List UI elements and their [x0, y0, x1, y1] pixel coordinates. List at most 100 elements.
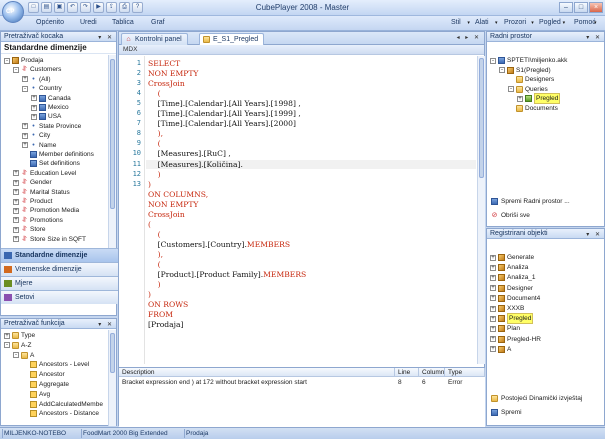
workspace-tree-row[interactable]: + Pregled — [517, 93, 561, 105]
collapse-icon[interactable]: - — [4, 342, 10, 349]
expand-icon[interactable]: + — [22, 132, 28, 139]
menu-0[interactable]: Općenito — [36, 19, 64, 26]
expand-icon[interactable]: + — [490, 274, 496, 281]
expand-icon[interactable]: + — [13, 207, 19, 214]
collapse-icon[interactable]: - — [508, 86, 514, 93]
cube-tree-row[interactable]: + ⥯ Store — [13, 225, 46, 234]
collapse-icon[interactable]: - — [490, 57, 496, 64]
tab-0[interactable]: ⌂ Kontrolni panel — [121, 33, 188, 45]
error-column-header[interactable]: Description — [119, 368, 395, 377]
action-button-0[interactable]: Postojeći Dinamički izvještaj — [491, 395, 582, 402]
expand-icon[interactable]: + — [13, 217, 19, 224]
expand-icon[interactable]: + — [490, 285, 496, 292]
collapse-icon[interactable]: - — [13, 352, 19, 359]
expand-icon[interactable]: + — [490, 264, 496, 271]
function-tree-row[interactable]: - A-Z — [4, 341, 31, 350]
function-tree-row[interactable]: Aggregate — [22, 380, 69, 389]
expand-icon[interactable]: + — [22, 123, 28, 130]
cube-tree-row[interactable]: + • Name — [22, 141, 56, 150]
menu-right-2[interactable]: Prozori — [504, 19, 526, 26]
export-icon[interactable]: ⇪ — [106, 2, 117, 13]
close-button[interactable]: × — [589, 2, 603, 13]
nav-button-0[interactable]: Standardne dimenzije — [1, 248, 118, 262]
expand-icon[interactable]: + — [31, 104, 37, 111]
cube-tree-scrollbar[interactable] — [108, 55, 116, 260]
registered-object-row[interactable]: + Pregled — [490, 313, 534, 325]
cube-tree-row[interactable]: + ⥯ Promotion Media — [13, 206, 79, 215]
application-button[interactable]: CP — [2, 1, 24, 23]
cube-tree-row[interactable]: + • State Province — [22, 122, 81, 131]
error-column-header[interactable]: Line — [395, 368, 419, 377]
expand-icon[interactable]: + — [4, 332, 10, 339]
registered-object-row[interactable]: + Designer — [490, 284, 533, 293]
action-button-0[interactable]: Spremi Radni prostor ... — [491, 198, 570, 205]
registered-object-row[interactable]: + Generate — [490, 253, 534, 262]
collapse-icon[interactable]: - — [499, 67, 505, 74]
registered-object-row[interactable]: + Document4 — [490, 294, 540, 303]
workspace-tree-row[interactable]: Designers — [508, 75, 554, 84]
error-cell[interactable]: Bracket expression end ) at 172 without … — [119, 378, 307, 387]
menu-right-1[interactable]: Alati — [475, 19, 489, 26]
cube-tree-row[interactable]: - • Country — [22, 84, 62, 93]
editor-scrollbar[interactable] — [477, 56, 485, 364]
registered-object-row[interactable]: + A — [490, 345, 511, 354]
collapse-icon[interactable]: - — [13, 66, 19, 73]
collapse-icon[interactable]: - — [22, 85, 28, 92]
print-icon[interactable]: ⎙ — [119, 2, 130, 13]
cube-tree-row[interactable]: + ⥯ Gender — [13, 178, 52, 187]
new-icon[interactable]: □ — [28, 2, 39, 13]
run-icon[interactable]: ▶ — [93, 2, 104, 13]
error-column-header[interactable]: Type — [445, 368, 485, 377]
function-tree-row[interactable]: Avg — [22, 390, 50, 399]
error-cell[interactable]: 8 — [395, 378, 402, 387]
undo-icon[interactable]: ↶ — [67, 2, 78, 13]
function-tree-scrollbar[interactable] — [108, 330, 116, 426]
menu-right-4[interactable]: Pomoć — [574, 19, 596, 26]
function-tree-row[interactable]: + Type — [4, 331, 35, 340]
function-tree-row[interactable]: AddCalculatedMembe — [22, 400, 103, 409]
cube-tree-row[interactable]: - Prodaja — [4, 56, 43, 65]
minimize-button[interactable]: – — [559, 2, 573, 13]
menu-1[interactable]: Uredi — [80, 19, 97, 26]
cube-tree-row[interactable]: Member definitions — [22, 150, 94, 159]
cube-tree-row[interactable]: + ⥯ Marital Status — [13, 188, 70, 197]
function-tree-row[interactable]: Ancestors - Distance — [22, 409, 99, 418]
cube-tree-row[interactable]: Set definitions — [22, 159, 80, 168]
redo-icon[interactable]: ↷ — [80, 2, 91, 13]
cube-tree-row[interactable]: + • City — [22, 131, 50, 140]
expand-icon[interactable]: + — [490, 305, 496, 312]
expand-icon[interactable]: + — [13, 198, 19, 205]
expand-icon[interactable]: + — [22, 76, 28, 83]
cube-tree-row[interactable]: + Mexico — [31, 103, 69, 112]
cube-tree-row[interactable]: + USA — [31, 112, 61, 121]
workspace-tree-row[interactable]: Documents — [508, 104, 558, 113]
menu-2[interactable]: Tablica — [112, 19, 134, 26]
cube-tree-row[interactable]: - ⥯ Customers — [13, 65, 61, 74]
expand-icon[interactable]: + — [13, 189, 19, 196]
expand-icon[interactable]: + — [31, 95, 37, 102]
expand-icon[interactable]: + — [22, 142, 28, 149]
workspace-tree-row[interactable]: - S1(Pregled) — [499, 66, 551, 75]
nav-button-2[interactable]: Mjere — [1, 276, 118, 290]
expand-icon[interactable]: + — [490, 336, 496, 343]
cube-tree-row[interactable]: + ⥯ Product — [13, 197, 52, 206]
collapse-icon[interactable]: - — [4, 57, 10, 64]
cube-tree-row[interactable]: + Canada — [31, 94, 71, 103]
action-button-1[interactable]: ⊘ Obriši sve — [491, 212, 530, 219]
function-tree-row[interactable]: Ancestor — [22, 370, 65, 379]
registered-object-row[interactable]: + Analiza_1 — [490, 273, 536, 282]
expand-icon[interactable]: + — [13, 179, 19, 186]
menu-3[interactable]: Graf — [151, 19, 165, 26]
cube-tree-row[interactable]: + ⥯ Education Level — [13, 169, 76, 178]
save-icon[interactable]: ▣ — [54, 2, 65, 13]
error-column-header[interactable]: Column — [419, 368, 445, 377]
expand-icon[interactable]: + — [31, 113, 37, 120]
cube-tree-row[interactable]: + ⥯ Store Size in SQFT — [13, 235, 86, 244]
nav-button-1[interactable]: Vremenske dimenzije — [1, 262, 118, 276]
expand-icon[interactable]: + — [13, 236, 19, 243]
error-cell[interactable]: Error — [445, 378, 462, 387]
menu-right-3[interactable]: Pogled — [539, 19, 561, 26]
cube-tree-row[interactable]: + • (All) — [22, 75, 51, 84]
workspace-tree-row[interactable]: - SPTETI\miljenko.akk — [490, 56, 567, 65]
expand-icon[interactable]: + — [13, 226, 19, 233]
